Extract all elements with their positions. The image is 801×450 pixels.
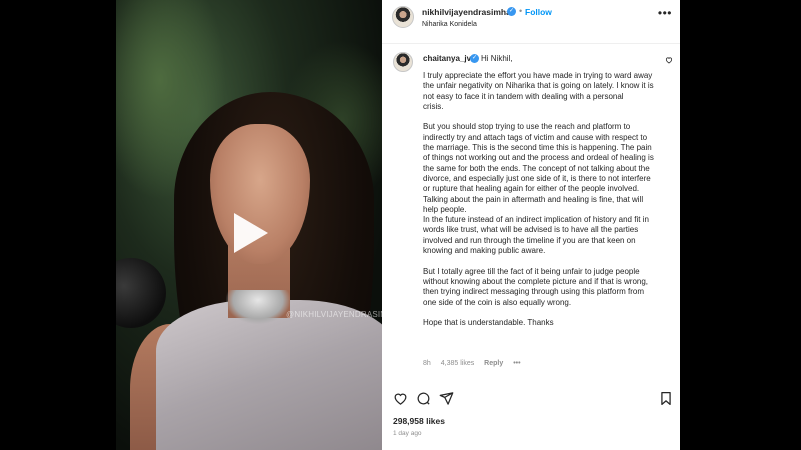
comment-paragraph: Hope that is understandable. Thanks	[423, 318, 554, 328]
comment-time: 8h	[423, 360, 431, 367]
post-actions-bar	[382, 386, 680, 412]
author-avatar[interactable]	[392, 6, 414, 28]
reply-button[interactable]: Reply	[484, 360, 503, 367]
comment-paragraph: But I totally agree till the fact of it …	[423, 266, 649, 307]
comment-icon[interactable]	[416, 391, 432, 407]
post-side-panel: nikhilvijayendrasimha ✓ • Follow Niharik…	[382, 0, 680, 450]
play-icon[interactable]	[234, 213, 268, 253]
share-paper-plane-icon[interactable]	[439, 391, 455, 407]
comment-paragraph: But you should stop trying to use the re…	[423, 122, 654, 256]
post-timestamp[interactable]: 1 day ago	[393, 430, 422, 437]
verified-badge-icon: ✓	[470, 54, 479, 63]
comment-more-icon[interactable]: •••	[513, 360, 520, 367]
post-collaborator[interactable]: Niharika Konidela	[422, 21, 477, 28]
comment-greeting: Hi Nikhil,	[481, 54, 513, 63]
comment-likes[interactable]: 4,385 likes	[441, 360, 474, 367]
commenter-username[interactable]: chaitanya_jv	[423, 54, 471, 63]
follow-button[interactable]: Follow	[525, 7, 552, 17]
like-heart-icon[interactable]	[393, 391, 409, 407]
instagram-post-modal: @NIKHILVIJAYENDRASIMHA nikhilvijayendras…	[0, 0, 801, 450]
author-username[interactable]: nikhilvijayendrasimha	[422, 7, 511, 17]
commenter-avatar[interactable]	[393, 52, 413, 72]
caption-comment: chaitanya_jv ✓ Hi Nikhil, I truly apprec…	[382, 44, 680, 386]
video-watermark: @NIKHILVIJAYENDRASIMHA	[286, 310, 382, 319]
separator-dot: •	[519, 6, 523, 16]
comment-like-heart-icon[interactable]	[665, 56, 673, 66]
microphone	[116, 258, 166, 328]
verified-badge-icon: ✓	[507, 7, 516, 16]
post-like-count[interactable]: 298,958 likes	[393, 416, 445, 426]
comment-paragraph: I truly appreciate the effort you have m…	[423, 71, 654, 111]
comment-meta: 8h 4,385 likes Reply •••	[423, 360, 529, 367]
save-bookmark-icon[interactable]	[659, 391, 675, 407]
post-header: nikhilvijayendrasimha ✓ • Follow Niharik…	[382, 0, 680, 44]
more-options-icon[interactable]: •••	[658, 6, 672, 20]
video-subject-necklace	[226, 290, 290, 324]
comment-body: I truly appreciate the effort you have m…	[423, 71, 655, 339]
post-video[interactable]: @NIKHILVIJAYENDRASIMHA	[116, 0, 382, 450]
